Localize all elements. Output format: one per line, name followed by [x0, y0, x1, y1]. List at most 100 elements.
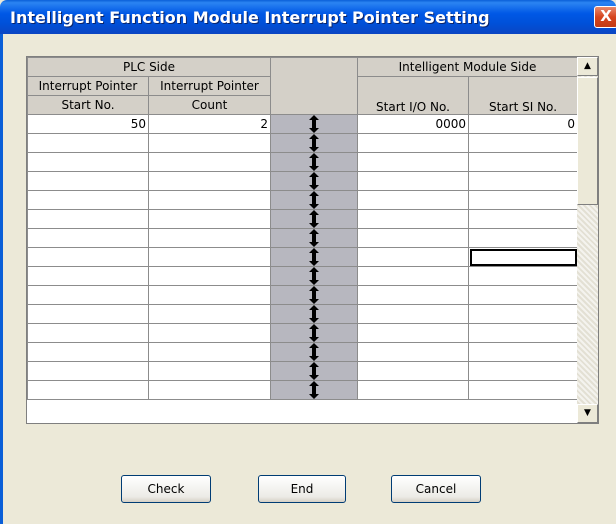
start-si-cell[interactable]	[468, 209, 578, 229]
start-si-cell[interactable]	[468, 285, 578, 305]
start-io-cell[interactable]	[357, 304, 469, 324]
start-no-cell[interactable]	[27, 323, 149, 343]
count-cell[interactable]	[148, 380, 271, 400]
start-no-cell[interactable]	[27, 266, 149, 286]
window-title: Intelligent Function Module Interrupt Po…	[10, 8, 490, 27]
mapping-cell	[270, 266, 358, 286]
count-cell[interactable]	[148, 133, 271, 153]
start-io-cell[interactable]	[357, 190, 469, 210]
count-cell[interactable]	[148, 342, 271, 362]
start-si-cell[interactable]	[468, 190, 578, 210]
start-no-cell[interactable]	[27, 361, 149, 381]
interrupt-count-header-line1: Interrupt Pointer	[148, 76, 271, 96]
plc-side-header: PLC Side	[27, 57, 271, 77]
check-button[interactable]: Check	[121, 475, 211, 503]
count-cell[interactable]	[148, 266, 271, 286]
table-row	[27, 209, 578, 229]
vertical-scrollbar[interactable]: ▲ ▼	[577, 57, 598, 423]
scroll-down-button[interactable]: ▼	[577, 404, 598, 423]
start-si-cell[interactable]	[468, 361, 578, 381]
scroll-thumb[interactable]	[577, 77, 598, 205]
count-cell[interactable]: 2	[148, 114, 271, 134]
start-no-cell[interactable]	[27, 247, 149, 267]
start-io-cell[interactable]	[357, 323, 469, 343]
start-si-header: Start SI No.	[468, 76, 578, 115]
start-io-cell[interactable]	[357, 361, 469, 381]
start-io-cell[interactable]	[357, 342, 469, 362]
start-no-cell[interactable]	[27, 342, 149, 362]
table-row	[27, 361, 578, 381]
count-cell[interactable]	[148, 190, 271, 210]
start-no-cell[interactable]	[27, 209, 149, 229]
double-arrow-icon	[272, 210, 357, 228]
count-cell[interactable]	[148, 228, 271, 248]
count-cell[interactable]	[148, 285, 271, 305]
start-io-cell[interactable]: 0000	[357, 114, 469, 134]
mapping-cell	[270, 114, 358, 134]
start-io-cell[interactable]	[357, 266, 469, 286]
start-io-cell[interactable]	[357, 152, 469, 172]
table-row: 50 2 0000 0	[27, 114, 578, 134]
group-header-row: PLC Side Intelligent Module Side	[27, 57, 578, 115]
start-no-cell[interactable]	[27, 190, 149, 210]
count-cell[interactable]	[148, 247, 271, 267]
double-arrow-icon	[272, 172, 357, 190]
mapping-cell	[270, 209, 358, 229]
start-si-cell[interactable]	[468, 152, 578, 172]
start-io-header: Start I/O No.	[357, 76, 469, 115]
start-io-cell[interactable]	[357, 247, 469, 267]
count-cell[interactable]	[148, 304, 271, 324]
count-cell[interactable]	[148, 152, 271, 172]
double-arrow-icon	[272, 134, 357, 152]
start-si-cell[interactable]: 0	[468, 114, 578, 134]
mapping-cell	[270, 285, 358, 305]
start-io-cell[interactable]	[357, 285, 469, 305]
interrupt-pointer-grid: PLC Side Intelligent Module Side Interru…	[26, 56, 599, 424]
count-cell[interactable]	[148, 361, 271, 381]
table-row	[27, 304, 578, 324]
start-no-cell[interactable]	[27, 133, 149, 153]
start-no-cell[interactable]: 50	[27, 114, 149, 134]
table-row	[27, 285, 578, 305]
end-button[interactable]: End	[258, 475, 346, 503]
mapping-cell	[270, 190, 358, 210]
table-row	[27, 228, 578, 248]
start-no-cell[interactable]	[27, 171, 149, 191]
double-arrow-icon	[272, 115, 357, 133]
interrupt-start-header-line1: Interrupt Pointer	[27, 76, 149, 96]
cancel-button[interactable]: Cancel	[391, 475, 481, 503]
start-io-cell[interactable]	[357, 228, 469, 248]
start-no-cell[interactable]	[27, 285, 149, 305]
close-button[interactable]: X	[594, 6, 616, 28]
start-io-cell[interactable]	[357, 133, 469, 153]
start-no-cell[interactable]	[27, 228, 149, 248]
start-si-cell[interactable]	[468, 342, 578, 362]
start-no-cell[interactable]	[27, 304, 149, 324]
start-si-cell[interactable]	[468, 380, 578, 400]
start-si-cell[interactable]	[468, 228, 578, 248]
start-si-cell[interactable]	[468, 133, 578, 153]
start-si-cell[interactable]	[468, 304, 578, 324]
double-arrow-icon	[272, 153, 357, 171]
count-cell[interactable]	[148, 171, 271, 191]
count-cell[interactable]	[148, 209, 271, 229]
count-cell[interactable]	[148, 323, 271, 343]
start-no-cell[interactable]	[27, 380, 149, 400]
start-si-cell[interactable]	[468, 247, 578, 267]
double-arrow-icon	[272, 324, 357, 342]
close-icon: X	[600, 7, 612, 25]
start-io-cell[interactable]	[357, 171, 469, 191]
start-no-cell[interactable]	[27, 152, 149, 172]
start-si-cell[interactable]	[468, 266, 578, 286]
table-row	[27, 171, 578, 191]
start-si-cell[interactable]	[468, 323, 578, 343]
double-arrow-icon	[272, 362, 357, 380]
mapping-header	[270, 57, 358, 115]
table-row	[27, 247, 578, 267]
start-io-cell[interactable]	[357, 380, 469, 400]
scroll-up-button[interactable]: ▲	[577, 57, 598, 76]
title-bar[interactable]: Intelligent Function Module Interrupt Po…	[0, 0, 616, 34]
start-io-cell[interactable]	[357, 209, 469, 229]
table-row	[27, 190, 578, 210]
start-si-cell[interactable]	[468, 171, 578, 191]
